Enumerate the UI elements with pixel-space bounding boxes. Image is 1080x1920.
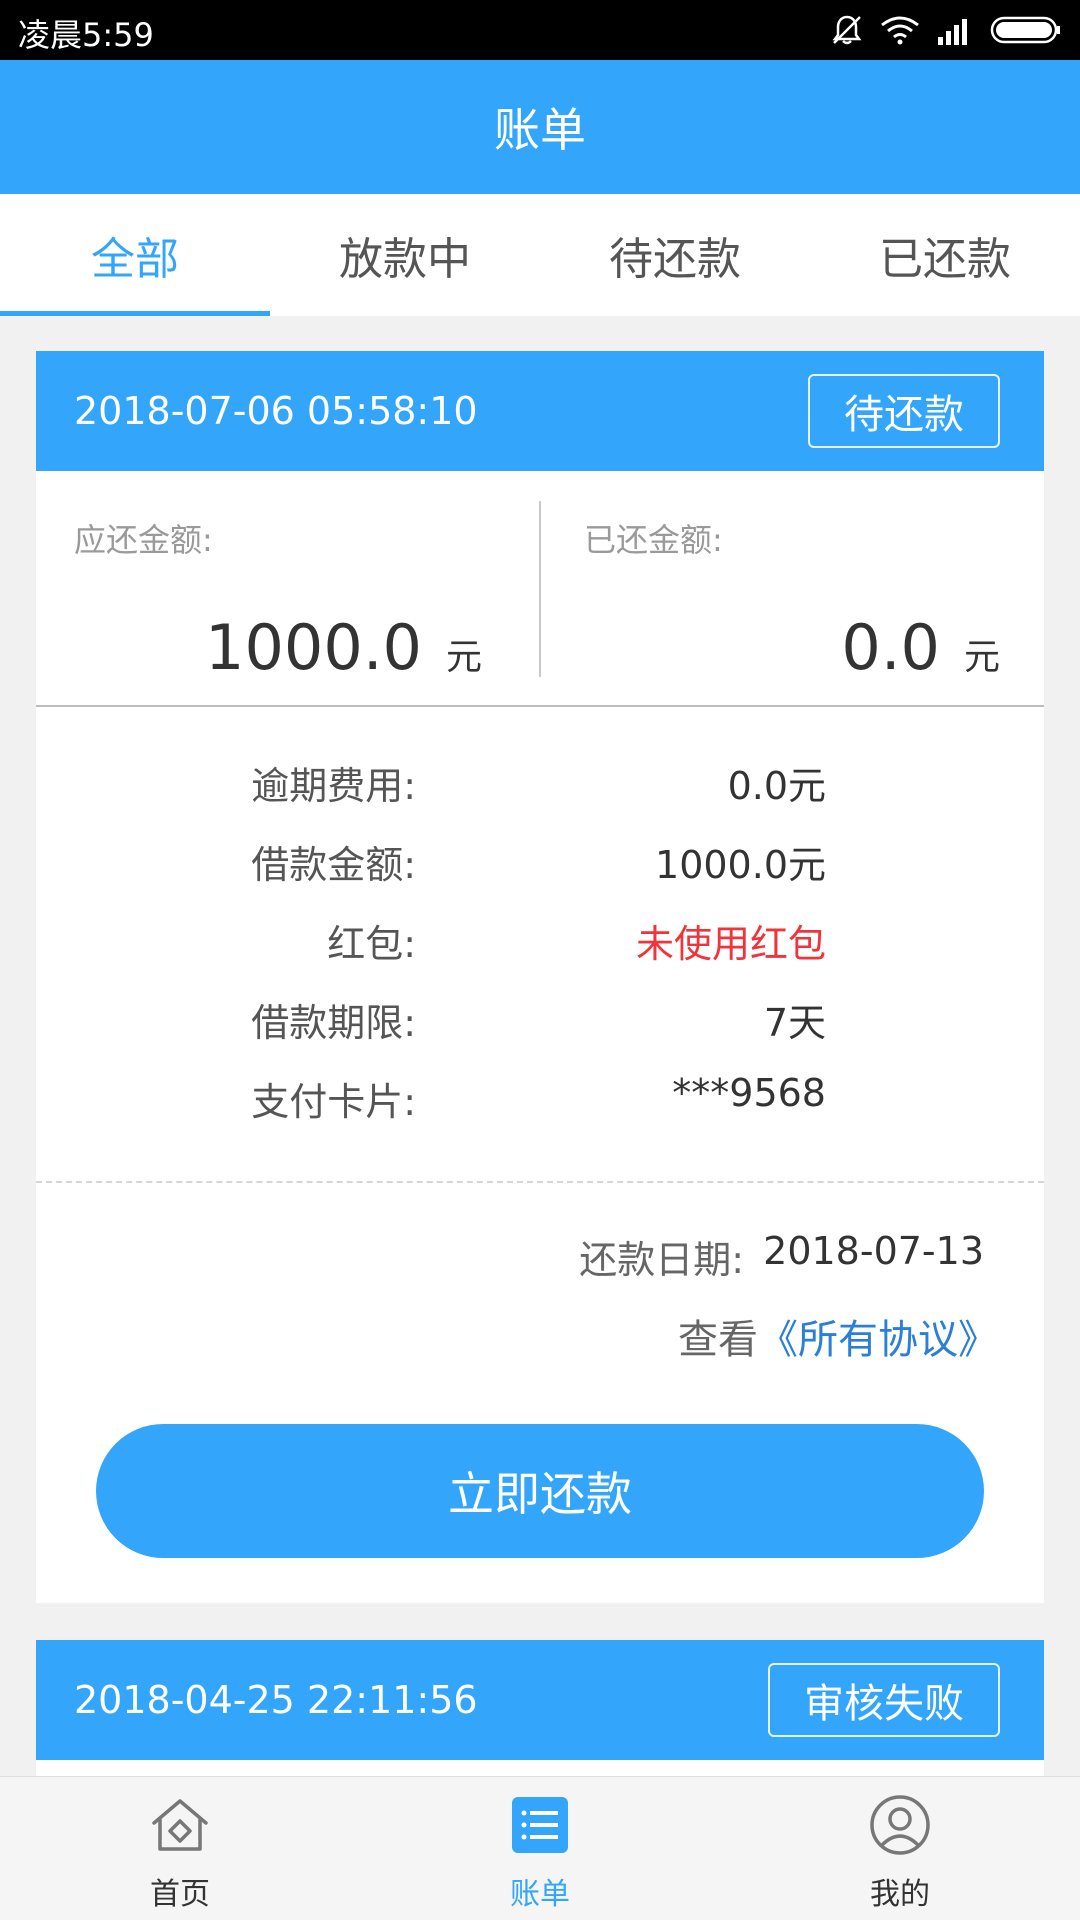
paid-amount-label: 已还金额: — [584, 521, 723, 559]
due-amount-unit: 元 — [445, 637, 482, 678]
bill-card-header: 2018-04-25 22:11:56 审核失败 — [36, 1640, 1044, 1760]
home-icon — [152, 1799, 208, 1851]
detail-row-red-packet: 红包: 未使用红包 — [36, 913, 1044, 973]
bill-details: 逾期费用: 0.0元 借款金额: 1000.0元 红包: 未使用红包 借款期限:… — [36, 707, 1044, 1183]
bill-card-header: 2018-07-06 05:58:10 待还款 — [36, 351, 1044, 471]
nav-bill[interactable]: 账单 — [360, 1777, 720, 1920]
agreement-link[interactable]: 《所有协议》 — [758, 1317, 998, 1363]
due-amount-section: 应还金额: 1000.0 元 — [36, 471, 540, 707]
detail-value: 7天 — [763, 1001, 826, 1045]
status-bar: 凌晨5:59 — [0, 0, 1080, 60]
detail-value: 1000.0元 — [655, 843, 826, 887]
agreement-prefix: 查看 — [678, 1317, 758, 1363]
detail-value: 0.0元 — [727, 764, 826, 808]
detail-row-payment-card: 支付卡片: ***9568 — [36, 1071, 1044, 1131]
bill-datetime: 2018-07-06 05:58:10 — [74, 389, 478, 433]
nav-profile[interactable]: 我的 — [720, 1777, 1080, 1920]
detail-value: 未使用红包 — [635, 922, 826, 966]
agreement-text: 查看《所有协议》 — [678, 1307, 998, 1365]
page-title: 账单 — [494, 103, 586, 157]
detail-label: 借款期限: — [251, 1001, 416, 1045]
detail-label: 借款金额: — [251, 843, 416, 887]
title-bar: 账单 — [0, 60, 1080, 194]
bill-status-badge[interactable]: 待还款 — [808, 374, 1000, 448]
nav-bill-label: 账单 — [510, 1877, 570, 1912]
due-amount-label: 应还金额: — [74, 521, 213, 559]
repay-date-value: 2018-07-13 — [763, 1229, 984, 1273]
bell-muted-icon — [832, 15, 862, 45]
status-time: 凌晨5:59 — [18, 16, 154, 54]
paid-amount-unit: 元 — [963, 637, 1000, 678]
bill-datetime: 2018-04-25 22:11:56 — [74, 1678, 478, 1722]
tab-all[interactable]: 全部 — [0, 194, 270, 316]
tab-pending-repayment[interactable]: 待还款 — [540, 194, 810, 316]
paid-amount-value-group: 0.0 元 — [841, 611, 1000, 684]
tab-bar: 全部 放款中 待还款 已还款 — [0, 194, 1080, 316]
bill-status-badge[interactable]: 审核失败 — [768, 1663, 1000, 1737]
nav-profile-label: 我的 — [870, 1877, 930, 1912]
detail-value: ***9568 — [672, 1071, 826, 1115]
paid-amount-value: 0.0 — [841, 611, 940, 684]
detail-label: 支付卡片: — [251, 1080, 416, 1124]
profile-icon — [870, 1795, 930, 1855]
wifi-icon — [881, 16, 919, 45]
bill-list-icon — [512, 1797, 568, 1853]
detail-row-loan-term: 借款期限: 7天 — [36, 992, 1044, 1052]
status-icons — [830, 14, 1062, 46]
nav-home-label: 首页 — [150, 1877, 210, 1912]
repay-date-label: 还款日期: — [579, 1238, 744, 1282]
bill-card: 2018-07-06 05:58:10 待还款 应还金额: 1000.0 元 已… — [36, 351, 1044, 1603]
tab-lending[interactable]: 放款中 — [270, 194, 540, 316]
due-amount-value: 1000.0 — [205, 611, 422, 684]
bill-card: 2018-04-25 22:11:56 审核失败 — [36, 1640, 1044, 1780]
nav-home[interactable]: 首页 — [0, 1777, 360, 1920]
repay-now-button[interactable]: 立即还款 — [96, 1424, 984, 1558]
bottom-nav: 首页 账单 我的 — [0, 1776, 1080, 1920]
signal-icon — [938, 19, 967, 45]
detail-label: 红包: — [327, 922, 416, 966]
paid-amount-section: 已还金额: 0.0 元 — [540, 471, 1044, 707]
tab-repaid[interactable]: 已还款 — [810, 194, 1080, 316]
battery-icon — [990, 16, 1060, 44]
detail-row-loan-amount: 借款金额: 1000.0元 — [36, 834, 1044, 894]
due-amount-value-group: 1000.0 元 — [205, 611, 482, 684]
amount-summary: 应还金额: 1000.0 元 已还金额: 0.0 元 — [36, 471, 1044, 707]
detail-row-overdue-fee: 逾期费用: 0.0元 — [36, 755, 1044, 815]
detail-label: 逾期费用: — [251, 764, 416, 808]
